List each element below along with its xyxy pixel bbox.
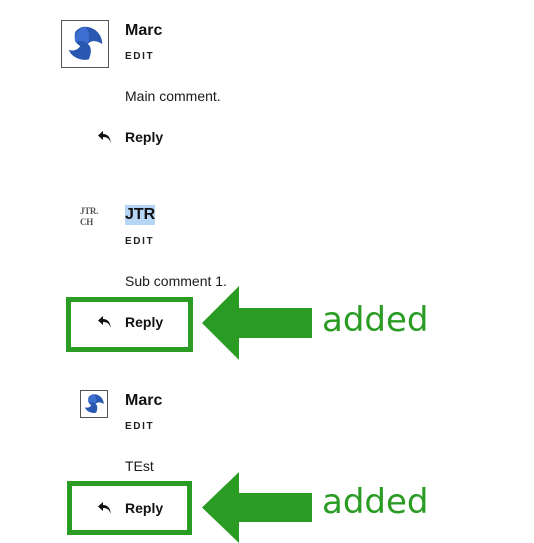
comment-body: TEst bbox=[125, 458, 154, 474]
edit-link[interactable]: EDIT bbox=[125, 236, 154, 248]
comment-body: Main comment. bbox=[125, 88, 221, 104]
avatar bbox=[80, 390, 108, 418]
comment-author[interactable]: Marc bbox=[125, 391, 162, 411]
comment-author[interactable]: JTR bbox=[125, 205, 156, 225]
highlight-box bbox=[67, 481, 192, 535]
avatar bbox=[61, 20, 109, 68]
avatar-text-line: JTR. bbox=[80, 206, 99, 216]
jtr-text-avatar-icon: JTR. CH bbox=[80, 206, 104, 232]
edit-link[interactable]: EDIT bbox=[125, 421, 154, 433]
annotation-label: added bbox=[322, 300, 429, 340]
reply-label: Reply bbox=[125, 129, 164, 145]
comment-author[interactable]: Marc bbox=[125, 21, 162, 41]
left-arrow-icon bbox=[202, 472, 312, 543]
blue-swirl-avatar-icon bbox=[68, 26, 103, 60]
left-arrow-icon bbox=[202, 286, 312, 360]
reply-button[interactable]: Reply bbox=[97, 127, 163, 147]
avatar-text-line: CH bbox=[80, 217, 93, 227]
blue-swirl-avatar-icon bbox=[84, 394, 104, 413]
highlight-box bbox=[66, 297, 193, 352]
edit-link[interactable]: EDIT bbox=[125, 51, 154, 63]
annotation-label: added bbox=[322, 482, 429, 522]
reply-arrow-icon bbox=[98, 131, 111, 143]
